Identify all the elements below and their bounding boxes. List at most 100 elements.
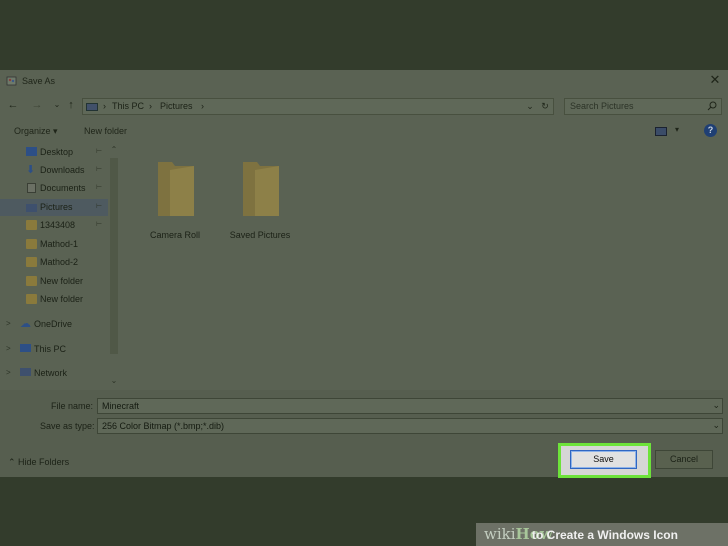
close-icon[interactable]: ✕ — [708, 73, 722, 87]
forward-arrow-icon[interactable]: → — [30, 98, 44, 112]
chevron-down-icon[interactable]: ⌄ — [712, 420, 720, 431]
expand-chevron-icon[interactable]: > — [6, 368, 11, 377]
sidebar-item-downloads[interactable]: ⬇ Downloads ⊢ — [0, 162, 108, 179]
file-list: Camera Roll Saved Pictures — [122, 144, 728, 384]
search-box[interactable]: Search Pictures — [564, 98, 722, 115]
folder-camera-roll[interactable]: Camera Roll — [130, 150, 220, 250]
breadcrumb-separator: › — [149, 101, 152, 111]
save-as-type-label: Save as type: — [40, 421, 95, 431]
file-name-label: File name: — [51, 401, 94, 411]
pin-icon: ⊢ — [96, 166, 103, 173]
sidebar-item-desktop[interactable]: Desktop ⊢ — [0, 144, 108, 161]
file-name-input[interactable]: Minecraft ⌄ — [97, 398, 723, 414]
folder-name: Camera Roll — [149, 230, 200, 240]
breadcrumb-separator[interactable]: › — [201, 101, 204, 111]
back-arrow-icon[interactable]: ← — [6, 98, 20, 112]
pin-icon: ⊢ — [96, 184, 103, 191]
sidebar-item-this-pc[interactable]: > This PC — [0, 341, 108, 358]
save-as-type-value: 256 Color Bitmap (*.bmp;*.dib) — [102, 421, 225, 431]
sidebar-item-label: Desktop — [40, 147, 74, 157]
sidebar-item-onedrive[interactable]: > ☁ OneDrive — [0, 316, 108, 333]
change-view-icon[interactable] — [655, 127, 667, 136]
sidebar-item-new-folder-2[interactable]: New folder — [0, 291, 108, 308]
sidebar-item-label: New folder — [40, 294, 84, 304]
sidebar-item-mathod-2[interactable]: Mathod-2 — [0, 254, 108, 271]
scroll-up-icon[interactable]: ⌃ — [109, 145, 119, 155]
desktop-icon — [26, 147, 37, 156]
sidebar-item-documents[interactable]: Documents ⊢ — [0, 180, 108, 197]
sidebar-item-label: Mathod-2 — [40, 257, 79, 267]
command-toolbar: Organize ▾ New folder ▾ ? — [0, 122, 728, 142]
sidebar-item-label: New folder — [40, 276, 84, 286]
new-folder-button[interactable]: New folder — [84, 126, 127, 136]
folder-icon — [26, 220, 37, 230]
sidebar-item-label: OneDrive — [34, 319, 73, 329]
navigation-bar: ← → ⌄ ↑ › This PC › Pictures › ⌄ ↻ Searc… — [0, 95, 728, 117]
expand-chevron-icon[interactable]: > — [6, 344, 11, 353]
pin-icon: ⊢ — [96, 221, 103, 228]
breadcrumb-this-pc[interactable]: This PC — [112, 101, 144, 111]
save-as-dialog: Save As ✕ ← → ⌄ ↑ › This PC › Pictures ›… — [0, 70, 728, 477]
chevron-down-icon[interactable]: ⌄ — [712, 400, 720, 411]
sidebar-item-label: Network — [34, 368, 68, 378]
folder-name: Saved Pictures — [229, 230, 291, 240]
breadcrumb-pictures[interactable]: Pictures — [160, 101, 193, 111]
view-options-dropdown-icon[interactable]: ▾ — [675, 125, 679, 134]
folder-icon — [26, 239, 37, 249]
address-bar[interactable]: › This PC › Pictures › ⌄ ↻ — [82, 98, 554, 115]
search-icon — [707, 101, 717, 111]
breadcrumb-separator: › — [103, 101, 106, 111]
sidebar-item-mathod-1[interactable]: Mathod-1 — [0, 236, 108, 253]
folder-saved-pictures[interactable]: Saved Pictures — [215, 150, 305, 250]
file-name-value: Minecraft — [102, 401, 140, 411]
network-icon — [20, 368, 31, 376]
hide-folders-label: Hide Folders — [18, 457, 70, 467]
folder-icon — [243, 162, 279, 216]
sidebar-item-pictures[interactable]: Pictures ⊢ — [0, 199, 108, 216]
chevron-up-icon: ⌃ — [8, 457, 19, 467]
folder-icon — [26, 294, 37, 304]
cloud-icon: ☁ — [20, 318, 31, 330]
refresh-icon[interactable]: ↻ — [539, 100, 551, 112]
paint-app-icon — [6, 76, 17, 86]
sidebar-item-label: Pictures — [40, 202, 73, 212]
this-pc-icon — [86, 103, 98, 111]
search-placeholder: Search Pictures — [570, 101, 634, 111]
scroll-thumb[interactable] — [110, 158, 118, 354]
hide-folders-button[interactable]: ⌃ Hide Folders — [8, 457, 69, 468]
sidebar-item-1343408[interactable]: 1343408 ⊢ — [0, 217, 108, 234]
sidebar-item-label: Downloads — [40, 165, 85, 175]
save-as-type-select[interactable]: 256 Color Bitmap (*.bmp;*.dib) ⌄ — [97, 418, 723, 434]
cancel-button[interactable]: Cancel — [655, 450, 713, 469]
folder-icon — [158, 162, 194, 216]
sidebar-item-label: This PC — [34, 344, 67, 354]
help-icon[interactable]: ? — [704, 124, 717, 137]
folder-icon — [26, 257, 37, 267]
recent-locations-icon[interactable]: ⌄ — [50, 98, 64, 112]
pin-icon: ⊢ — [96, 203, 103, 210]
expand-chevron-icon[interactable]: > — [6, 319, 11, 328]
sidebar-scrollbar[interactable]: ⌃ ⌄ — [108, 144, 120, 389]
wiki-text: wiki — [484, 525, 516, 543]
sidebar-item-network[interactable]: > Network — [0, 365, 108, 382]
pin-icon: ⊢ — [96, 148, 103, 155]
computer-icon — [20, 344, 31, 352]
folder-icon — [26, 276, 37, 286]
article-title: to Create a Windows Icon — [532, 528, 678, 542]
save-button[interactable]: Save — [570, 450, 637, 469]
sidebar-item-new-folder[interactable]: New folder — [0, 273, 108, 290]
address-dropdown-icon[interactable]: ⌄ — [524, 100, 536, 112]
documents-icon — [27, 183, 36, 193]
download-icon: ⬇ — [26, 164, 36, 176]
wikihow-banner: wikiHow to Create a Windows Icon — [476, 523, 728, 546]
sidebar-item-label: Documents — [40, 183, 86, 193]
window-title: Save As — [22, 76, 56, 86]
sidebar-item-label: 1343408 — [40, 220, 76, 230]
up-arrow-icon[interactable]: ↑ — [64, 98, 78, 112]
organize-button[interactable]: Organize ▾ — [14, 126, 58, 137]
sidebar-item-label: Mathod-1 — [40, 239, 79, 249]
navigation-pane: Desktop ⊢ ⬇ Downloads ⊢ Documents ⊢ Pict… — [0, 144, 120, 384]
scroll-down-icon[interactable]: ⌄ — [109, 376, 119, 386]
title-bar: Save As ✕ — [0, 70, 728, 92]
pictures-icon — [26, 204, 37, 212]
